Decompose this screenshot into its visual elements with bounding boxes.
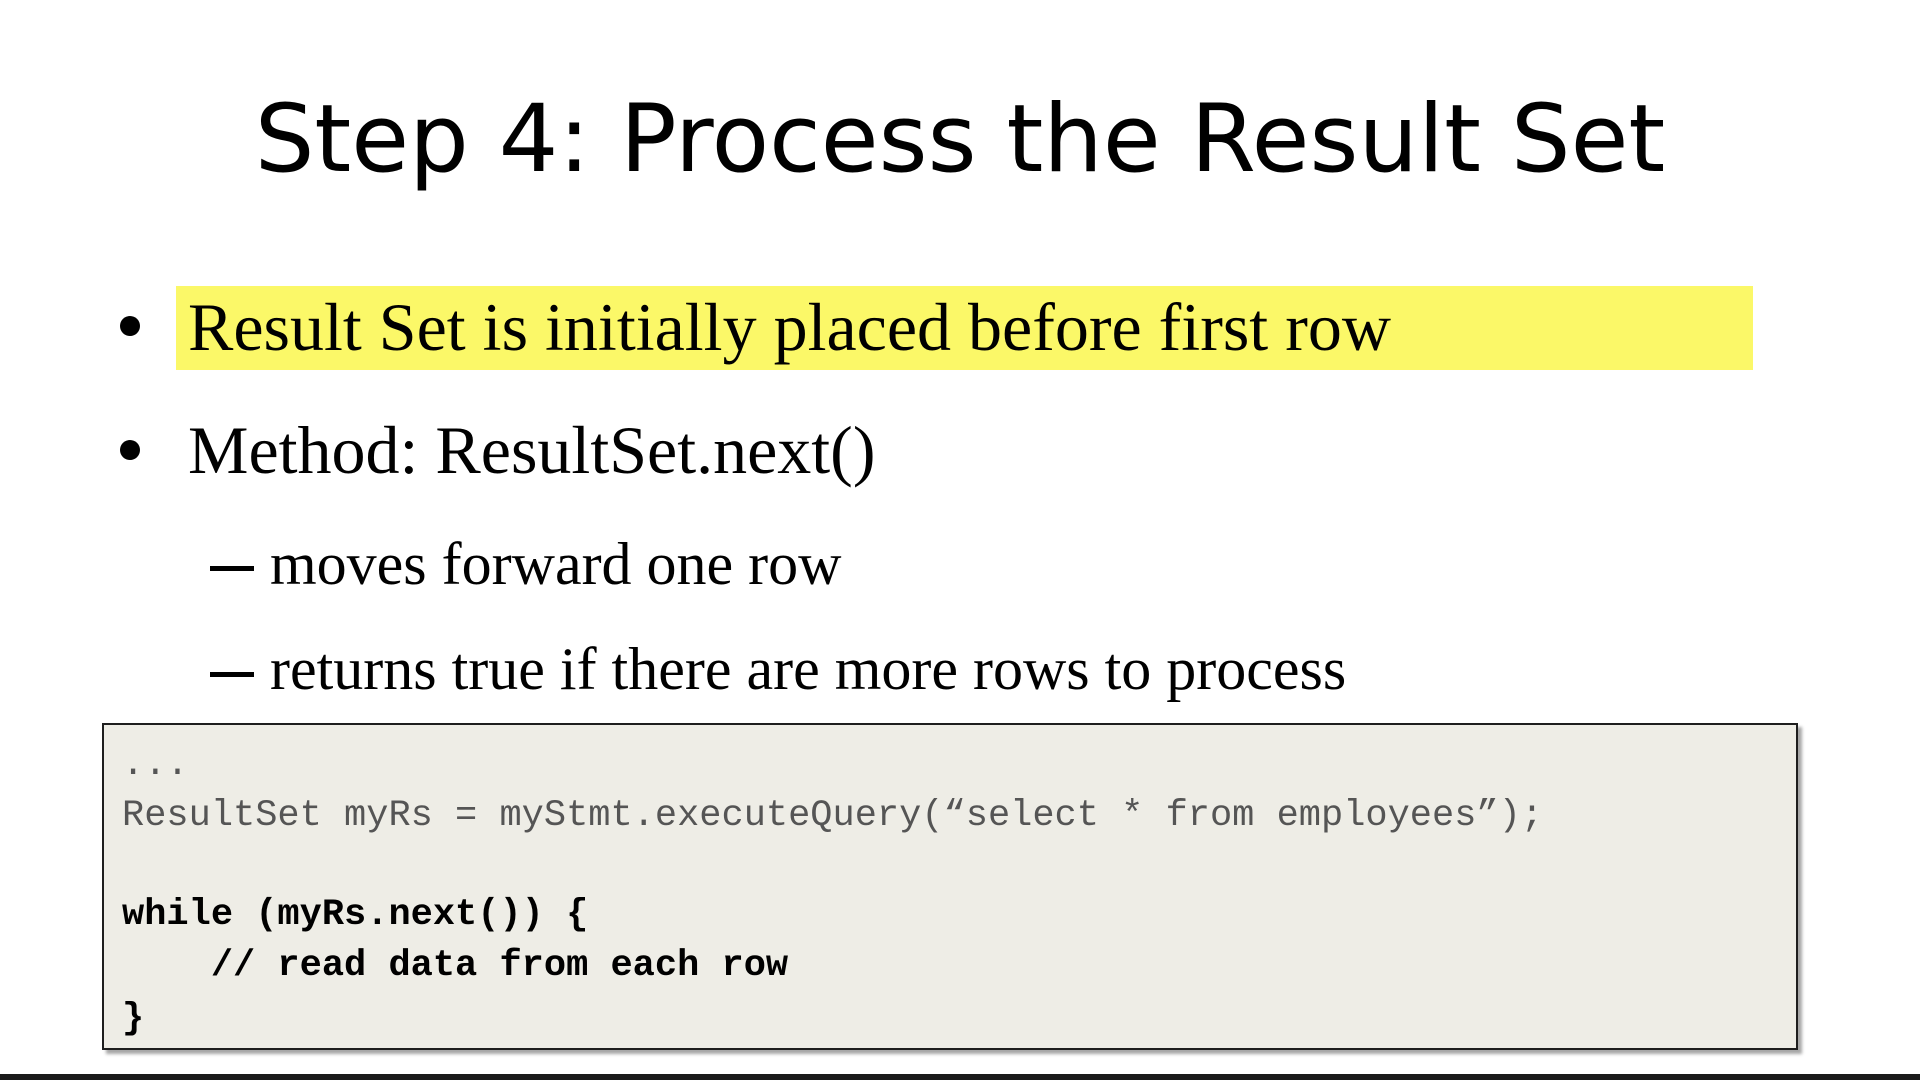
slide-title: Step 4: Process the Result Set (254, 85, 1666, 194)
slide: Step 4: Process the Result Set Result Se… (0, 0, 1920, 1080)
bullet-2-text: Method: ResultSet.next() (188, 412, 876, 488)
sub-bullet-dash-1 (210, 566, 254, 571)
sub-bullet-1-text: moves forward one row (270, 531, 842, 597)
code-box: ... ResultSet myRs = myStmt.executeQuery… (102, 723, 1798, 1050)
code-line-comment: // read data from each row (122, 945, 789, 987)
code-line-close-brace: } (122, 998, 145, 1040)
sub-bullet-2-text: returns true if there are more rows to p… (270, 636, 1347, 702)
bullet-dot-2 (120, 440, 140, 460)
code-line-execute-query: ResultSet myRs = myStmt.executeQuery(“se… (122, 795, 1544, 837)
code-line-while: while (myRs.next()) { (122, 894, 589, 936)
bullet-dot-1 (120, 316, 140, 336)
bullet-1-text: Result Set is initially placed before fi… (188, 289, 1391, 365)
code-line-ellipsis: ... (122, 744, 189, 786)
sub-bullet-dash-2 (210, 672, 254, 677)
bottom-bar (0, 1074, 1920, 1080)
